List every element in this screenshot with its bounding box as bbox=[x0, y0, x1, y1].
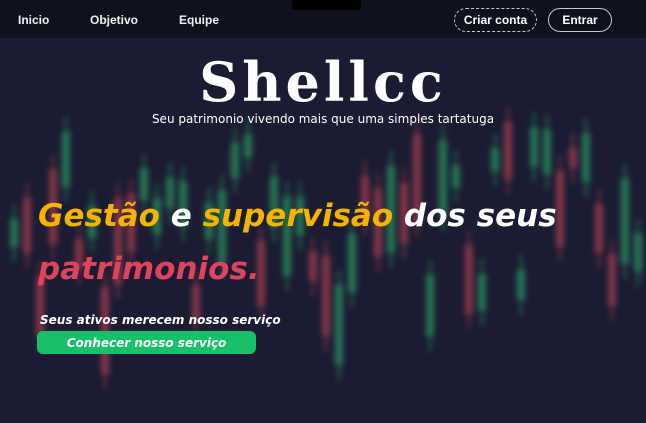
hero-subtext: Seus ativos merecem nosso serviço bbox=[40, 313, 281, 327]
hero-headline: Gestão e supervisão dos seus patrimonios… bbox=[38, 190, 598, 296]
candle-body bbox=[335, 284, 343, 366]
candle-body bbox=[634, 233, 642, 272]
candle-body bbox=[62, 131, 70, 187]
signup-button[interactable]: Criar conta bbox=[454, 8, 537, 32]
candle-body bbox=[621, 178, 629, 264]
candle-body bbox=[530, 127, 538, 167]
candle-body bbox=[569, 147, 577, 168]
headline-dos-seus: dos seus bbox=[393, 198, 557, 234]
candle-body bbox=[608, 254, 616, 306]
candle-body bbox=[582, 133, 590, 182]
window-notch bbox=[292, 0, 361, 10]
candle-body bbox=[23, 197, 31, 254]
candle-body bbox=[244, 134, 252, 158]
nav-link-inicio[interactable]: Inicio bbox=[18, 13, 49, 27]
headline-gestao: Gestão bbox=[38, 198, 160, 234]
login-button[interactable]: Entrar bbox=[548, 8, 612, 32]
candle-body bbox=[543, 129, 551, 175]
nav-link-objetivo[interactable]: Objetivo bbox=[90, 13, 138, 27]
candle-body bbox=[491, 148, 499, 171]
candle-body bbox=[231, 142, 239, 179]
headline-patrimonios: patrimonios. bbox=[38, 251, 260, 287]
candle-body bbox=[504, 121, 512, 180]
candle-body bbox=[10, 218, 18, 248]
navbar: Inicio Objetivo Equipe Criar conta Entra… bbox=[0, 0, 646, 38]
brand-tagline: Seu patrimonio vivendo mais que uma simp… bbox=[151, 112, 495, 126]
brand-logo: Shellcc bbox=[199, 50, 447, 114]
headline-supervisao: supervisão bbox=[202, 198, 394, 234]
nav-link-equipe[interactable]: Equipe bbox=[179, 13, 219, 27]
headline-e: e bbox=[159, 198, 203, 234]
hero-section: Shellcc Seu patrimonio vivendo mais que … bbox=[0, 38, 646, 423]
cta-button[interactable]: Conhecer nosso serviço bbox=[37, 331, 256, 354]
candle-body bbox=[452, 165, 460, 188]
